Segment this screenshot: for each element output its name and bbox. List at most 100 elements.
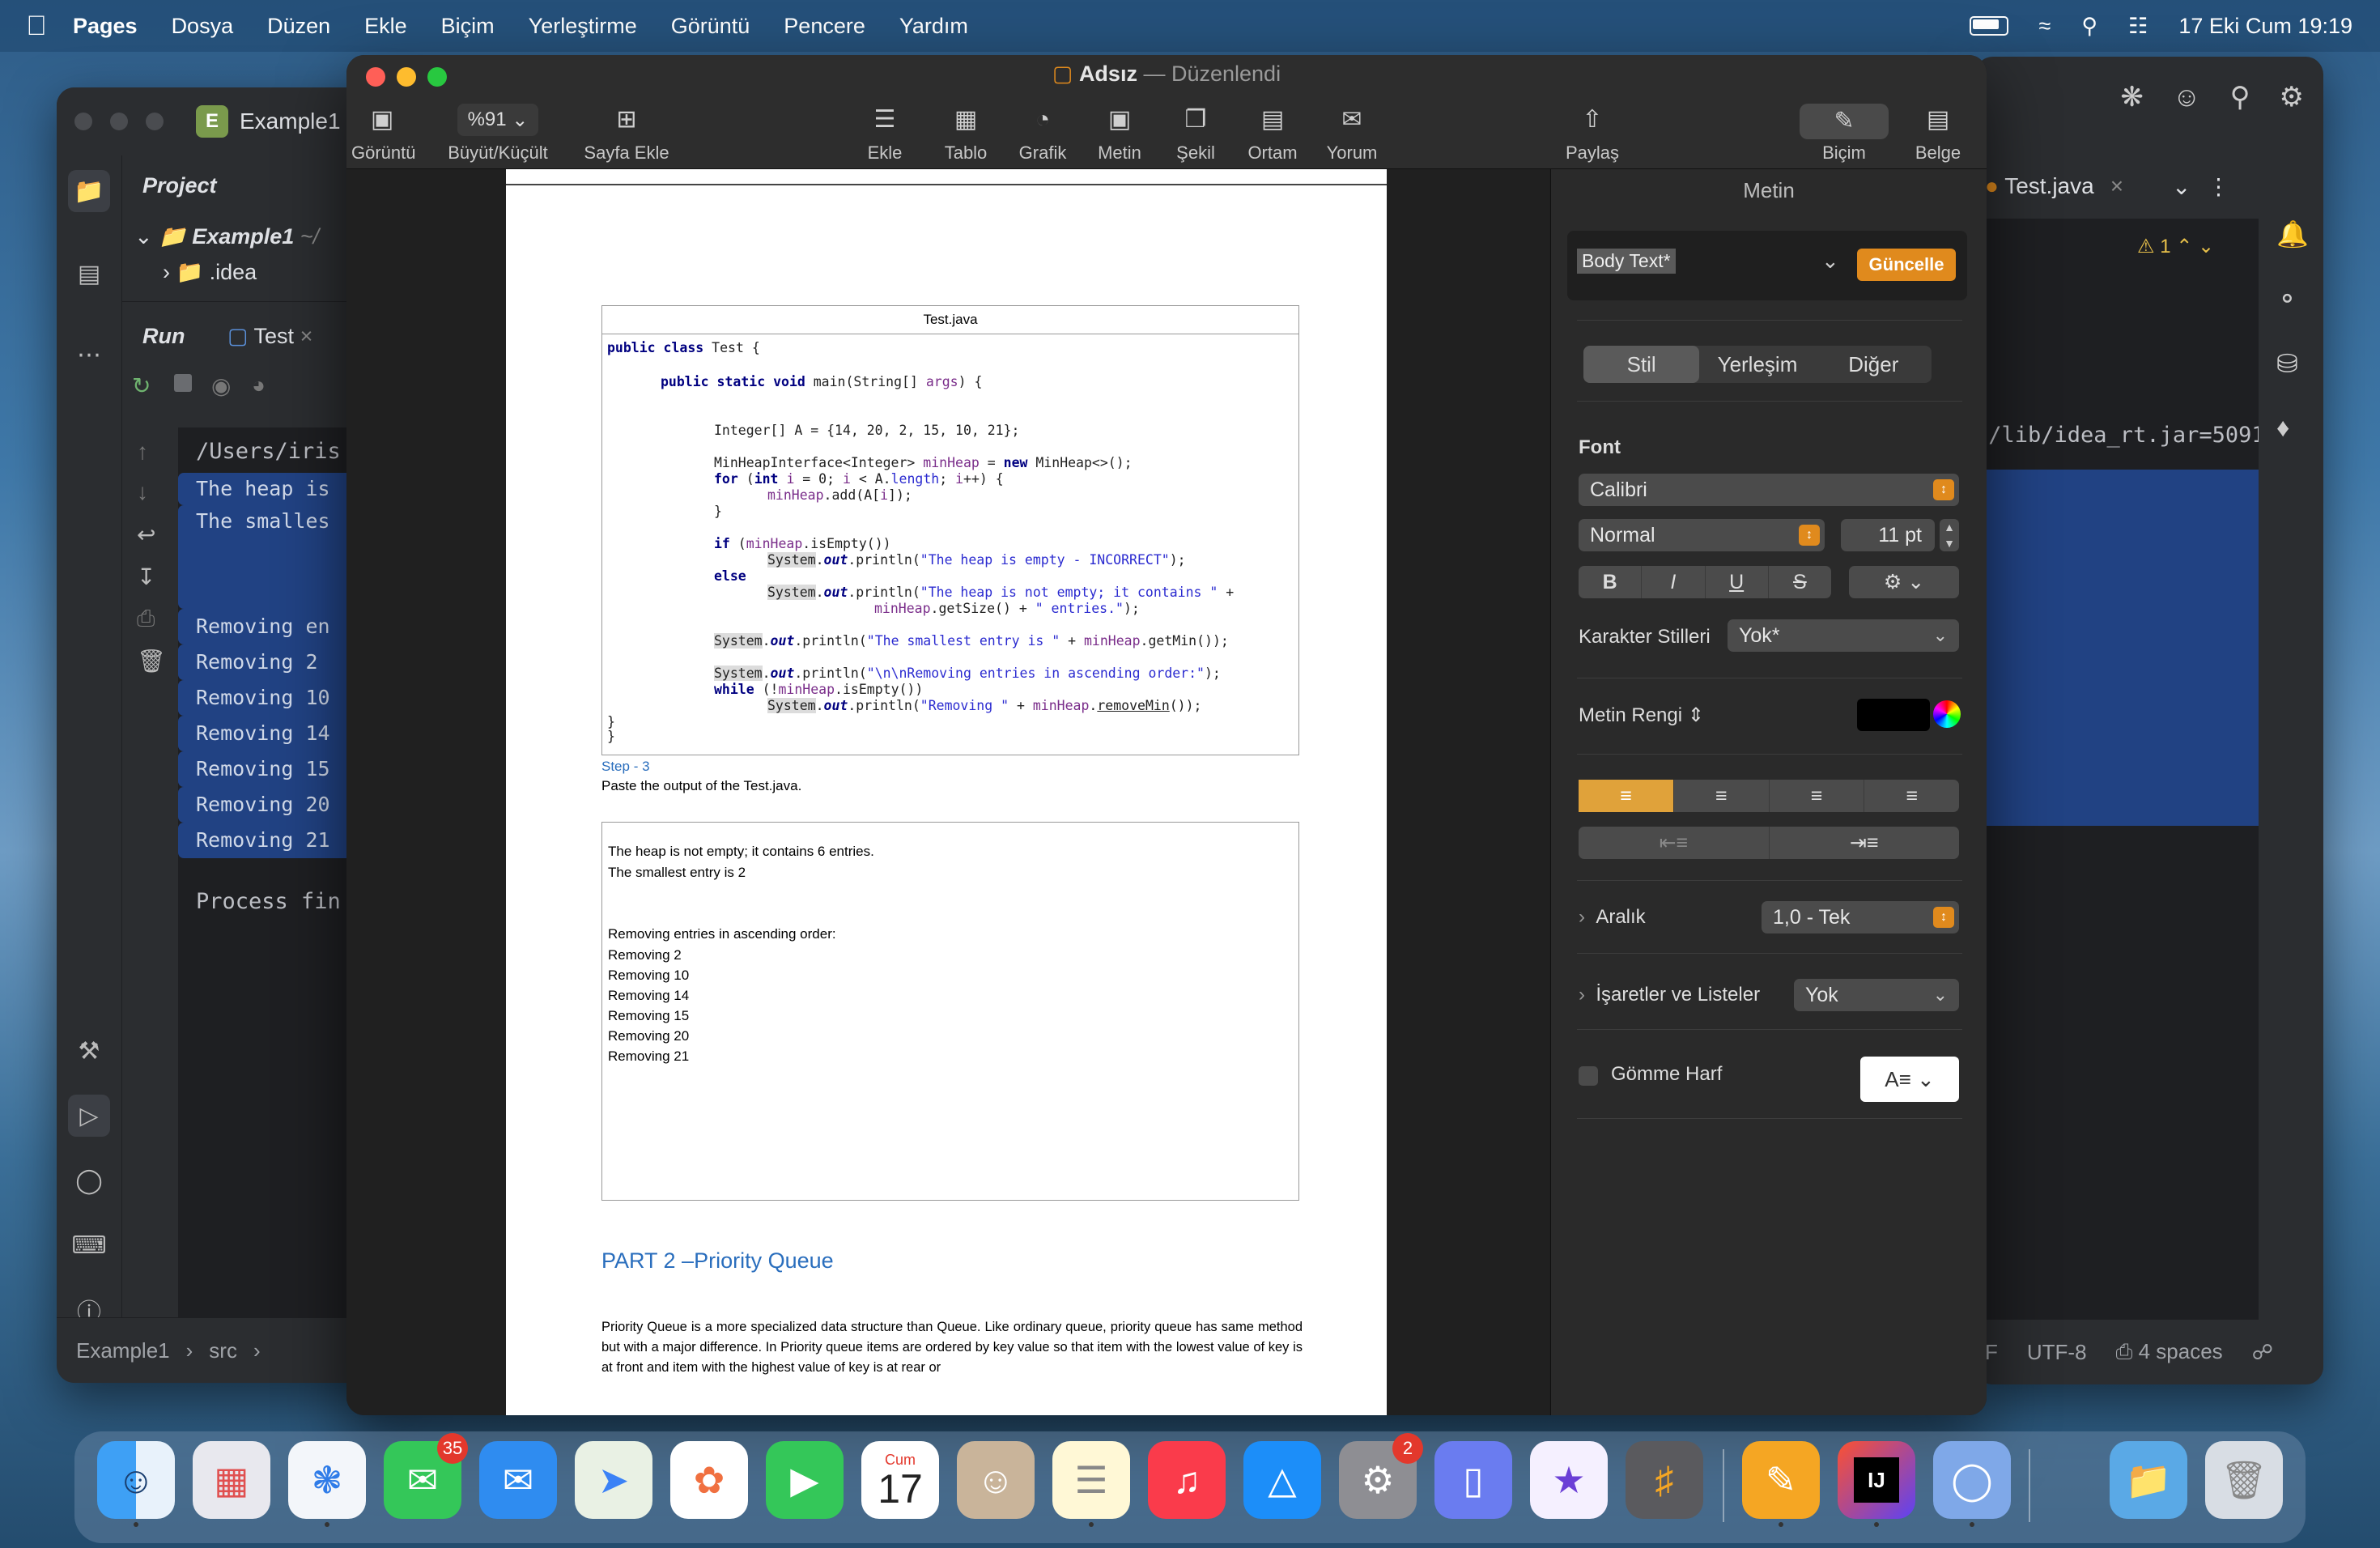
control-center-icon[interactable]: ☷ xyxy=(2128,14,2148,39)
document-page[interactable]: Test.java public class Test { public sta… xyxy=(506,169,1387,1415)
menu-item-arrange[interactable]: Yerleştirme xyxy=(529,14,637,39)
close-icon[interactable]: × xyxy=(2110,173,2123,199)
intellij-idea-icon[interactable]: IJ xyxy=(1838,1441,1915,1527)
bullets-section[interactable]: › İşaretler ve Listeler xyxy=(1579,984,1760,1006)
battery-icon[interactable] xyxy=(1969,16,2008,36)
menu-item-file[interactable]: Dosya xyxy=(172,14,234,39)
text-color-well[interactable] xyxy=(1857,699,1930,731)
lock-icon[interactable]: ☍ xyxy=(2252,1340,2273,1365)
window-close-button[interactable] xyxy=(74,113,92,130)
tab-more[interactable]: Diğer xyxy=(1816,346,1932,383)
project-title[interactable]: Example1 xyxy=(240,108,341,134)
advanced-text-options[interactable]: ⚙ ⌄ xyxy=(1849,566,1959,598)
window-zoom-button[interactable] xyxy=(146,113,164,130)
align-justify-icon[interactable]: ≡ xyxy=(1864,780,1959,812)
chevron-down-icon[interactable]: ⌄ 📁 xyxy=(134,224,192,249)
settings-gear-icon[interactable]: ⚙ xyxy=(2280,81,2304,113)
down-arrow-icon[interactable]: ↓ xyxy=(137,479,148,505)
bullets-select[interactable]: Yok ⌄ xyxy=(1794,979,1959,1011)
bold-button[interactable]: B xyxy=(1579,566,1643,598)
chevron-down-icon[interactable]: ⌄ xyxy=(1821,249,1839,274)
tab-layout[interactable]: Yerleşim xyxy=(1699,346,1815,383)
menu-app-name[interactable]: Pages xyxy=(73,14,138,39)
app-store-icon[interactable]: △ xyxy=(1243,1441,1321,1519)
toolbar-share-button[interactable]: ⇧ Paylaş xyxy=(1562,104,1622,164)
ai-assistant-icon[interactable]: ❋ xyxy=(2120,81,2144,113)
document-name[interactable]: Adsız xyxy=(1079,62,1137,86)
tab-style[interactable]: Stil xyxy=(1583,346,1700,383)
underline-button[interactable]: U xyxy=(1706,566,1769,598)
code-block-box[interactable]: Test.java public class Test { public sta… xyxy=(601,305,1299,755)
tree-item-idea[interactable]: › 📁 .idea xyxy=(163,259,257,285)
up-arrow-icon[interactable]: ↑ xyxy=(137,439,148,465)
drop-cap-checkbox[interactable] xyxy=(1579,1066,1598,1086)
font-size-stepper[interactable]: ▲ ▼ xyxy=(1940,519,1959,551)
downloads-folder-icon[interactable]: 📁 xyxy=(2110,1441,2187,1519)
structure-icon[interactable]: ▤ xyxy=(68,253,110,295)
toolbar-document-button[interactable]: ▤ Belge xyxy=(1906,104,1970,164)
system-settings-icon[interactable]: ⚙ 2 xyxy=(1339,1433,1423,1519)
folder-icon[interactable]: 📁 xyxy=(68,170,110,212)
scroll-to-end-icon[interactable]: ↧ xyxy=(137,563,155,590)
toolbar-media-button[interactable]: ▤ Ortam xyxy=(1240,104,1305,164)
soft-wrap-icon[interactable]: ↩ xyxy=(137,521,155,548)
print-icon[interactable]: ⎙ xyxy=(137,606,155,632)
spacing-section[interactable]: › Aralık xyxy=(1579,906,1646,929)
color-picker-icon[interactable] xyxy=(1933,700,1961,728)
toolbar-comment-button[interactable]: ✉ Yorum xyxy=(1320,104,1384,164)
breadcrumb-src[interactable]: src xyxy=(209,1338,237,1363)
align-left-icon[interactable]: ≡ xyxy=(1579,780,1674,812)
text-color-label[interactable]: Metin Rengi ⇕ xyxy=(1579,704,1704,727)
toolbar-format-button[interactable]: ✎ Biçim xyxy=(1796,104,1893,164)
toolbar-chart-button[interactable]: ◔ Grafik xyxy=(1012,104,1073,164)
toolbar-table-button[interactable]: ▦ Tablo xyxy=(936,104,996,164)
add-user-icon[interactable]: ☺ xyxy=(2173,82,2201,113)
output-text-box[interactable]: The heap is not empty; it contains 6 ent… xyxy=(601,822,1299,1201)
wifi-icon[interactable]: ≈ xyxy=(2039,14,2051,39)
messages-icon[interactable]: ✉ 35 xyxy=(384,1433,468,1519)
tree-root[interactable]: ⌄ 📁 Example1 ~/ xyxy=(134,223,319,249)
chevron-right-icon[interactable]: › 📁 xyxy=(163,260,210,284)
toolbar-view-button[interactable]: ▣ Görüntü xyxy=(351,104,416,164)
menu-item-view[interactable]: Görüntü xyxy=(671,14,750,39)
drop-cap-style-picker[interactable]: A≡ ⌄ xyxy=(1860,1057,1959,1102)
finder-icon[interactable]: ☺ xyxy=(97,1441,175,1527)
decrease-indent-icon[interactable]: ⇤≡ xyxy=(1579,827,1770,859)
status-indent[interactable]: ⎙ 4 spaces xyxy=(2116,1339,2223,1365)
plugin-icon[interactable]: ♦ xyxy=(2276,413,2289,443)
maps-icon[interactable]: ➤ xyxy=(575,1441,652,1519)
menu-item-insert[interactable]: Ekle xyxy=(364,14,407,39)
simulator-icon[interactable]: ▯ xyxy=(1434,1441,1512,1519)
garageband-icon[interactable]: ♯ xyxy=(1626,1441,1703,1519)
status-encoding[interactable]: UTF-8 xyxy=(2027,1340,2087,1365)
menu-item-format[interactable]: Biçim xyxy=(441,14,495,39)
ai-chat-icon[interactable]: ⚬ xyxy=(2276,283,2298,314)
notes-icon[interactable]: ☰ xyxy=(1052,1441,1130,1527)
terminal-icon[interactable]: ⌨ xyxy=(68,1224,110,1266)
paragraph-style-name[interactable]: Body Text* xyxy=(1577,249,1676,274)
toolbar-shape-button[interactable]: ❐ Şekil xyxy=(1167,104,1224,164)
stop-icon[interactable] xyxy=(174,374,192,392)
toolbar-add-page-button[interactable]: ⊞ Sayfa Ekle xyxy=(578,104,675,164)
run-icon[interactable]: ▷ xyxy=(68,1095,110,1137)
music-icon[interactable]: ♫ xyxy=(1148,1441,1226,1519)
camera-icon[interactable]: ◉ xyxy=(211,372,231,399)
safari-icon[interactable]: ❃ xyxy=(288,1441,366,1527)
run-label[interactable]: Run xyxy=(142,324,185,349)
menu-item-help[interactable]: Yardım xyxy=(899,14,968,39)
spacing-select[interactable]: 1,0 - Tek ↕ xyxy=(1762,901,1959,933)
align-right-icon[interactable]: ≡ xyxy=(1770,780,1865,812)
photos-icon[interactable]: ✿ xyxy=(670,1441,748,1519)
font-size-field[interactable]: 11 pt xyxy=(1841,519,1935,551)
window-minimize-button[interactable] xyxy=(110,113,128,130)
menu-item-window[interactable]: Pencere xyxy=(784,14,865,39)
project-label[interactable]: Project xyxy=(142,173,217,198)
increase-indent-icon[interactable]: ⇥≡ xyxy=(1770,827,1960,859)
update-style-button[interactable]: Güncelle xyxy=(1857,249,1956,281)
mail-icon[interactable]: ✉ xyxy=(479,1441,557,1519)
notifications-bell-icon[interactable]: 🔔 xyxy=(2276,219,2309,249)
more-vertical-icon[interactable]: ⋮ xyxy=(2208,173,2230,200)
trash-icon[interactable]: 🗑 xyxy=(2205,1441,2283,1519)
search-icon[interactable]: ⚲ xyxy=(2230,81,2250,113)
pages-app-icon[interactable]: ✎ xyxy=(1742,1441,1820,1527)
